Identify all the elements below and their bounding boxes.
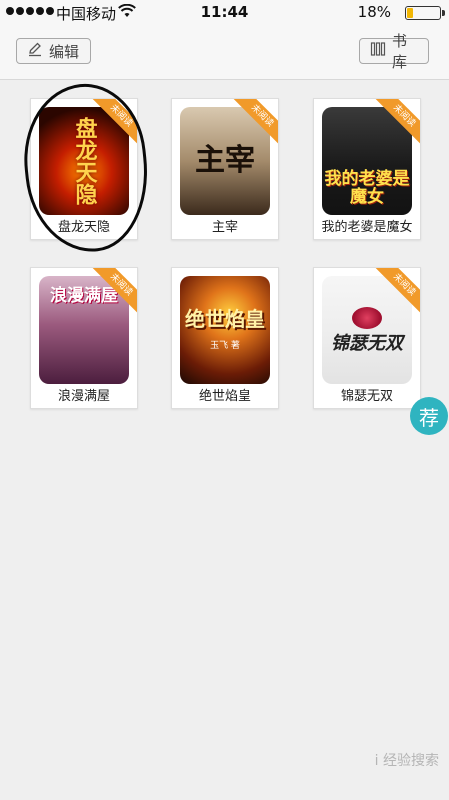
book-cover: 盘龙天隐 — [39, 107, 129, 215]
edit-button[interactable]: 编辑 — [16, 38, 91, 64]
bookshelf-icon — [370, 41, 386, 61]
library-button[interactable]: 书库 — [359, 32, 429, 71]
toolbar: 编辑 书库 — [0, 24, 449, 80]
book-cover: 绝世焰皇 玉飞 著 — [180, 276, 270, 384]
book-item[interactable]: 主宰 未阅读 主宰 — [171, 98, 279, 240]
book-title: 绝世焰皇 — [198, 389, 251, 404]
book-cover: 主宰 — [180, 107, 270, 215]
edit-label: 编辑 — [49, 42, 80, 61]
status-bar: 中国移动 11:44 18% — [0, 0, 449, 24]
book-item[interactable]: 绝世焰皇 玉飞 著 绝世焰皇 — [171, 267, 279, 409]
cover-title: 我的老婆是魔女 — [324, 169, 410, 208]
book-title: 我的老婆是魔女 — [321, 220, 413, 235]
book-cover: 我的老婆是魔女 — [322, 107, 412, 215]
battery-percentage: 18% — [357, 3, 391, 21]
cover-title: 绝世焰皇 — [185, 307, 265, 331]
rose-illustration — [352, 306, 382, 329]
book-item[interactable]: 浪漫满屋 未阅读 浪漫满屋 — [30, 267, 138, 409]
pencil-icon — [27, 41, 43, 61]
book-cover: 浪漫满屋 — [39, 276, 129, 384]
cover-title: 主宰 — [195, 143, 255, 179]
book-title: 主宰 — [211, 220, 238, 235]
book-item[interactable]: 我的老婆是魔女 未阅读 我的老婆是魔女 — [313, 98, 421, 240]
book-title: 锦瑟无双 — [340, 389, 393, 404]
watermark: i 经验搜索 — [375, 750, 439, 770]
book-cover: 锦瑟无双 — [322, 276, 412, 384]
book-title: 盘龙天隐 — [57, 220, 110, 235]
cover-title: 锦瑟无双 — [331, 332, 403, 354]
book-item[interactable]: 锦瑟无双 未阅读 锦瑟无双 — [313, 267, 421, 409]
watermark-text: i 经验搜索 — [374, 753, 439, 769]
recommend-button[interactable]: 荐 — [410, 397, 448, 435]
cover-title: 盘龙天隐 — [71, 117, 98, 205]
cover-author: 玉飞 著 — [210, 341, 240, 351]
cover-title: 浪漫满屋 — [50, 286, 118, 306]
library-label: 书库 — [392, 32, 408, 71]
book-title: 浪漫满屋 — [57, 389, 110, 404]
battery-icon — [405, 6, 445, 20]
book-item[interactable]: 盘龙天隐 未阅读 盘龙天隐 — [30, 98, 138, 240]
